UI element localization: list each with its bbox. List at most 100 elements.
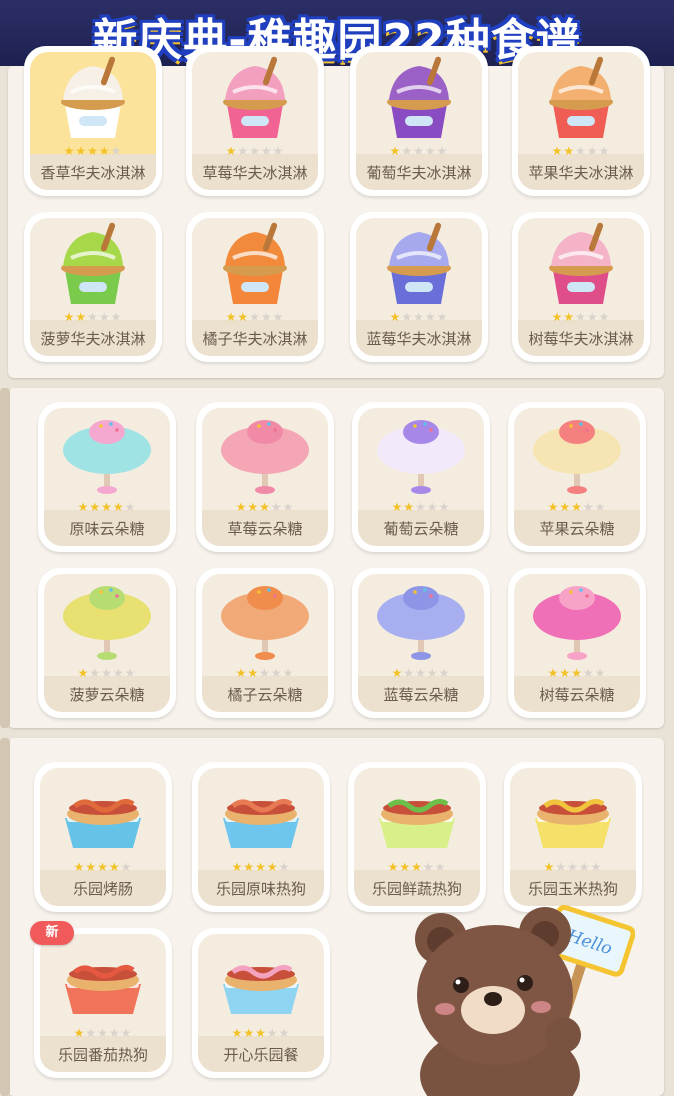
recipe-card[interactable]: ★★★★★ 蓝莓云朵糖 (352, 568, 490, 718)
recipe-label: 原味云朵糖 (69, 520, 145, 538)
card-body: ★★★★★ 苹果华夫冰淇淋 (518, 52, 644, 190)
star-rating: ★★★★★ (77, 666, 137, 680)
food-icon (223, 964, 299, 1014)
food-icon (387, 56, 451, 138)
star-rating: ★★★★★ (551, 310, 611, 324)
recipe-card[interactable]: ★★★★★ 乐园鲜蔬热狗 (348, 762, 486, 912)
food-icon (549, 56, 613, 138)
star-rating: ★★★★★ (551, 144, 611, 158)
star-rating: ★★★★★ (225, 144, 285, 158)
recipe-label: 草莓华夫冰淇淋 (202, 164, 308, 182)
recipe-card[interactable]: ★★★★★ 乐园原味热狗 (192, 762, 330, 912)
food-icon (379, 798, 455, 848)
food-icon (63, 586, 151, 660)
card-body: ★★★★★ 草莓云朵糖 (202, 408, 328, 546)
card-body: ★★★★★ 苹果云朵糖 (514, 408, 640, 546)
recipe-label: 葡萄华夫冰淇淋 (366, 164, 472, 182)
recipe-label: 乐园原味热狗 (215, 880, 306, 898)
recipe-card[interactable]: ★★★★★ 香草华夫冰淇淋 (24, 46, 162, 196)
food-icon (223, 56, 287, 138)
card-body: ★★★★★ 菠萝云朵糖 (44, 574, 170, 712)
star-rating: ★★★★★ (235, 500, 295, 514)
card-body: ★★★★★ 橘子云朵糖 (202, 574, 328, 712)
card-body: ★★★★★ 树莓华夫冰淇淋 (518, 218, 644, 356)
recipe-card[interactable]: ★★★★★ 树莓云朵糖 (508, 568, 646, 718)
food-icon (377, 586, 465, 660)
star-rating: ★★★★★ (391, 500, 451, 514)
star-rating: ★★★★★ (225, 310, 285, 324)
recipe-card[interactable]: ★★★★★ 开心乐园餐 (192, 928, 330, 1078)
new-badge: 新 (30, 921, 74, 945)
card-body: ★★★★★ 橘子华夫冰淇淋 (192, 218, 318, 356)
recipe-label: 苹果云朵糖 (539, 520, 615, 538)
recipe-card[interactable]: ★★★★★ 苹果华夫冰淇淋 (512, 46, 650, 196)
star-rating: ★★★★★ (391, 666, 451, 680)
recipe-card[interactable]: ★★★★★ 菠萝华夫冰淇淋 (24, 212, 162, 362)
food-icon (223, 798, 299, 848)
recipe-label: 橘子云朵糖 (227, 686, 303, 704)
star-rating: ★★★★★ (389, 310, 449, 324)
recipe-card[interactable]: ★★★★★ 乐园玉米热狗 (504, 762, 642, 912)
recipe-card[interactable]: ★★★★★ 树莓华夫冰淇淋 (512, 212, 650, 362)
card-body: ★★★★★ 草莓华夫冰淇淋 (192, 52, 318, 190)
recipe-card[interactable]: ★★★★★ 苹果云朵糖 (508, 402, 646, 552)
recipe-card[interactable]: ★★★★★ 菠萝云朵糖 (38, 568, 176, 718)
food-icon (65, 964, 141, 1014)
recipe-label: 苹果华夫冰淇淋 (528, 164, 634, 182)
star-rating: ★★★★★ (77, 500, 137, 514)
recipe-label: 乐园烤肠 (72, 880, 133, 898)
recipe-label: 橘子华夫冰淇淋 (202, 330, 308, 348)
card-body: ★★★★★ 乐园玉米热狗 (510, 768, 636, 906)
recipe-card[interactable]: ★★★★★ 乐园烤肠 (34, 762, 172, 912)
recipe-label: 乐园玉米热狗 (527, 880, 618, 898)
recipe-card[interactable]: ★★★★★ 葡萄华夫冰淇淋 (350, 46, 488, 196)
star-rating: ★★★★★ (231, 1026, 291, 1040)
recipe-card[interactable]: ★★★★★ 草莓华夫冰淇淋 (186, 46, 324, 196)
recipe-card[interactable]: ★★★★★ 原味云朵糖 (38, 402, 176, 552)
star-rating: ★★★★★ (389, 144, 449, 158)
food-icon (533, 420, 621, 494)
recipe-label: 树莓云朵糖 (539, 686, 615, 704)
recipe-card[interactable]: ★★★★★ 橘子云朵糖 (196, 568, 334, 718)
recipe-label: 乐园番茄热狗 (57, 1046, 148, 1064)
recipe-label: 开心乐园餐 (223, 1046, 299, 1064)
card-body: ★★★★★ 开心乐园餐 (198, 934, 324, 1072)
star-rating: ★★★★★ (63, 144, 123, 158)
food-icon (387, 222, 451, 304)
food-icon (533, 586, 621, 660)
star-rating: ★★★★★ (235, 666, 295, 680)
recipe-label: 蓝莓云朵糖 (383, 686, 459, 704)
star-rating: ★★★★★ (63, 310, 123, 324)
star-rating: ★★★★★ (547, 500, 607, 514)
card-body: ★★★★★ 原味云朵糖 (44, 408, 170, 546)
star-rating: ★★★★★ (73, 860, 133, 874)
star-rating: ★★★★★ (387, 860, 447, 874)
food-icon (549, 222, 613, 304)
card-body: ★★★★★ 葡萄云朵糖 (358, 408, 484, 546)
recipe-card[interactable]: ★★★★★ 蓝莓华夫冰淇淋 (350, 212, 488, 362)
recipe-label: 香草华夫冰淇淋 (40, 164, 146, 182)
card-body: ★★★★★ 蓝莓华夫冰淇淋 (356, 218, 482, 356)
food-icon (221, 586, 309, 660)
recipe-label: 树莓华夫冰淇淋 (528, 330, 634, 348)
card-body: ★★★★★ 葡萄华夫冰淇淋 (356, 52, 482, 190)
recipe-card[interactable]: ★★★★★ 橘子华夫冰淇淋 (186, 212, 324, 362)
food-icon (535, 798, 611, 848)
recipe-label: 葡萄云朵糖 (383, 520, 459, 538)
recipe-label: 菠萝云朵糖 (69, 686, 145, 704)
star-rating: ★★★★★ (547, 666, 607, 680)
star-rating: ★★★★★ (543, 860, 603, 874)
recipe-label: 乐园鲜蔬热狗 (371, 880, 462, 898)
recipe-label: 草莓云朵糖 (227, 520, 303, 538)
recipe-card[interactable]: ★★★★★ 葡萄云朵糖 (352, 402, 490, 552)
card-body: ★★★★★ 乐园鲜蔬热狗 (354, 768, 480, 906)
card-body: ★★★★★ 香草华夫冰淇淋 (30, 52, 156, 190)
food-icon (61, 56, 125, 138)
recipe-card[interactable]: ★★★★★ 草莓云朵糖 (196, 402, 334, 552)
recipe-card[interactable]: ★★★★★ 乐园番茄热狗 (34, 928, 172, 1078)
food-icon (223, 222, 287, 304)
star-rating: ★★★★★ (231, 860, 291, 874)
panel-edge (0, 738, 10, 1096)
card-body: ★★★★★ 乐园原味热狗 (198, 768, 324, 906)
card-body: ★★★★★ 树莓云朵糖 (514, 574, 640, 712)
